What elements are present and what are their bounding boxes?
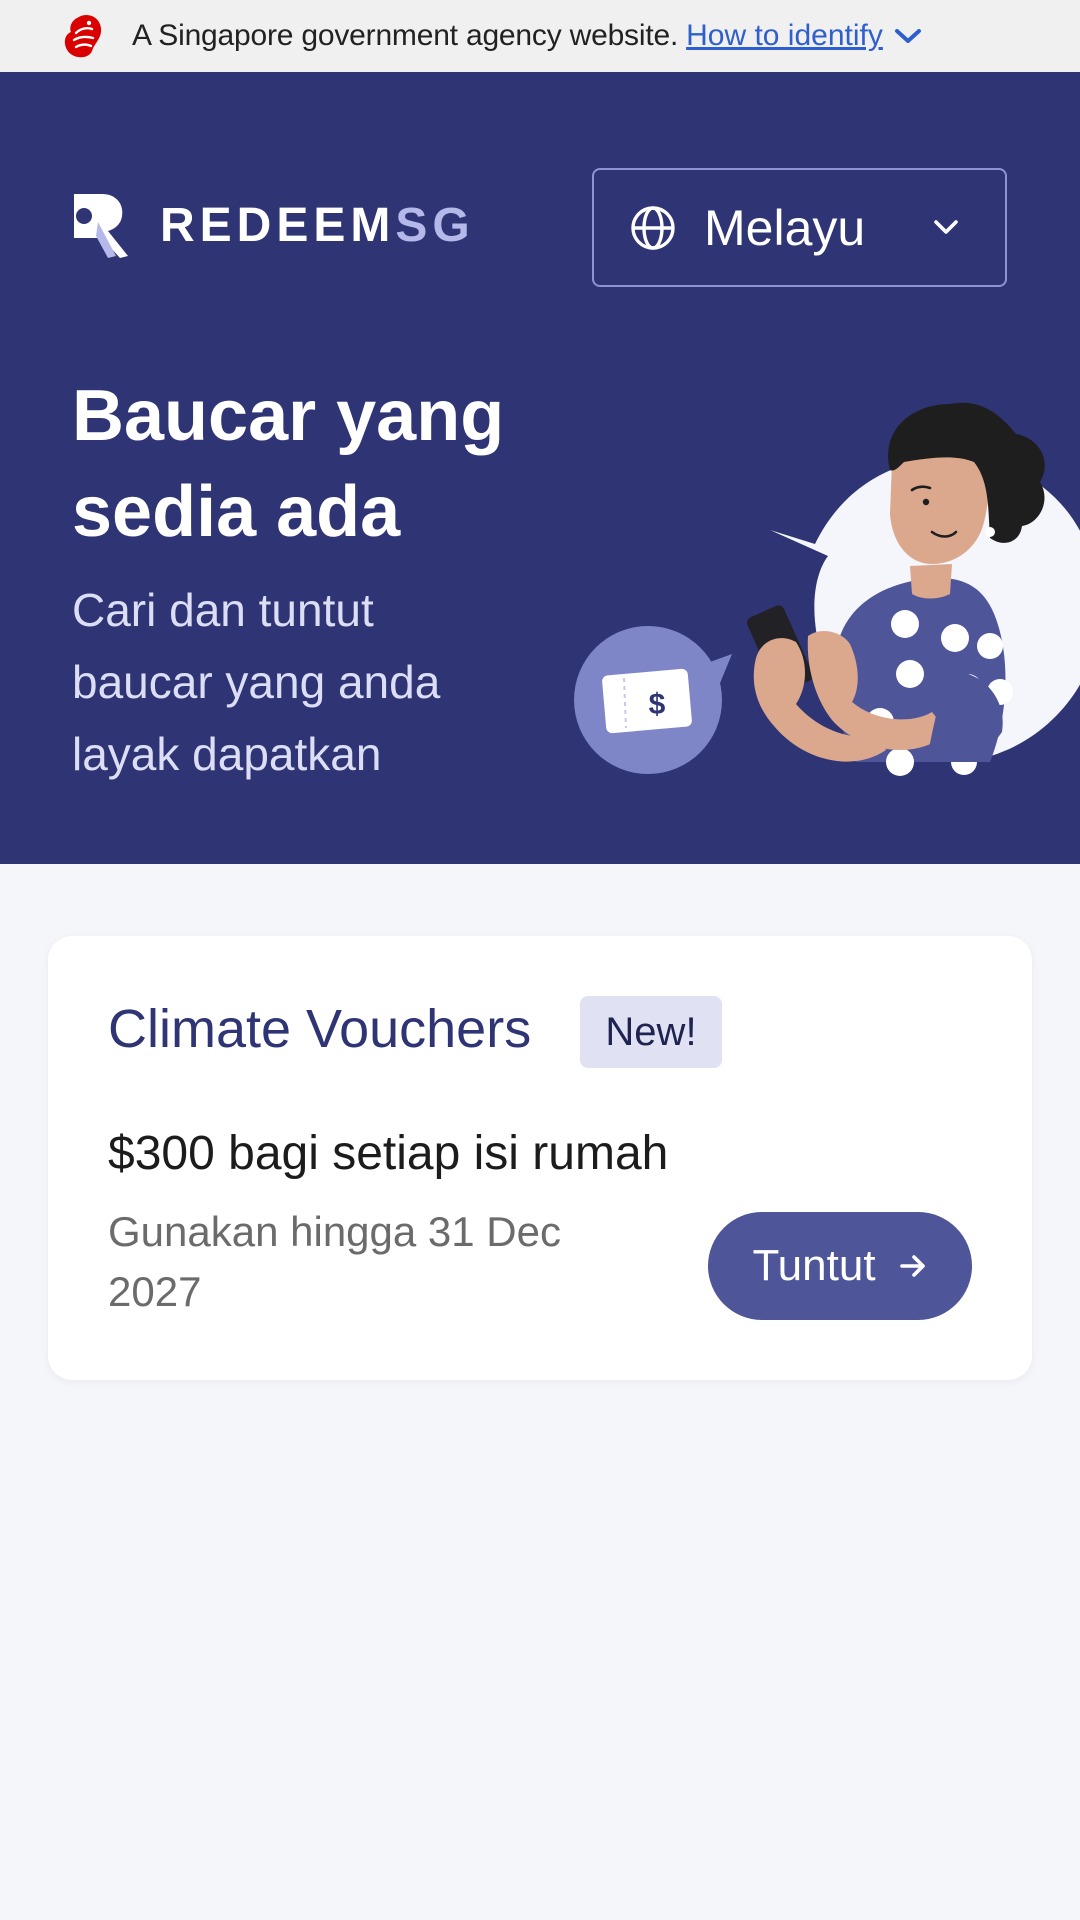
masthead-text: A Singapore government agency website. [132,19,679,52]
hero-illustration: $ [574,402,1080,776]
voucher-expiry: Gunakan hingga 31 Dec 2027 [108,1208,561,1315]
brand-secondary: SG [395,198,475,252]
language-select[interactable]: Melayu [592,168,1007,287]
voucher-dollar-sign: $ [649,688,666,721]
voucher-title: Climate Vouchers [108,999,532,1059]
gov-masthead: A Singapore government agency website. H… [0,0,1080,72]
globe-icon [631,205,675,250]
brand-wordmark: REDEEMSG [160,198,475,253]
page-title-line-1: Baucar yang [72,376,505,456]
voucher-amount: $300 bagi setiap isi rumah [108,1127,669,1180]
chevron-down-icon [934,220,958,234]
page-title-line-2: sedia ada [72,472,401,552]
language-selected-label: Melayu [704,199,866,256]
new-badge: New! [580,996,722,1068]
claim-button[interactable]: Tuntut [708,1212,972,1320]
page-subtitle: Cari dan tuntut baucar yang anda layak d… [72,584,441,780]
merlion-lion-icon [64,15,102,58]
brand-logo[interactable]: REDEEMSG [72,192,475,258]
voucher-card: Climate Vouchers New! $300 bagi setiap i… [48,936,1032,1380]
chevron-down-icon[interactable] [893,26,923,46]
hero-banner: REDEEMSG Melayu Baucar yang sedia ada Ca… [0,72,1080,864]
redeemsg-logo-icon [74,194,128,258]
page-title: Baucar yang sedia ada [72,368,592,560]
claim-button-label: Tuntut [752,1241,876,1290]
how-to-identify-link[interactable]: How to identify [686,19,883,53]
arrow-right-icon [899,1255,925,1277]
voucher-ticket-icon [602,668,692,734]
brand-primary: REDEEM [160,198,396,252]
